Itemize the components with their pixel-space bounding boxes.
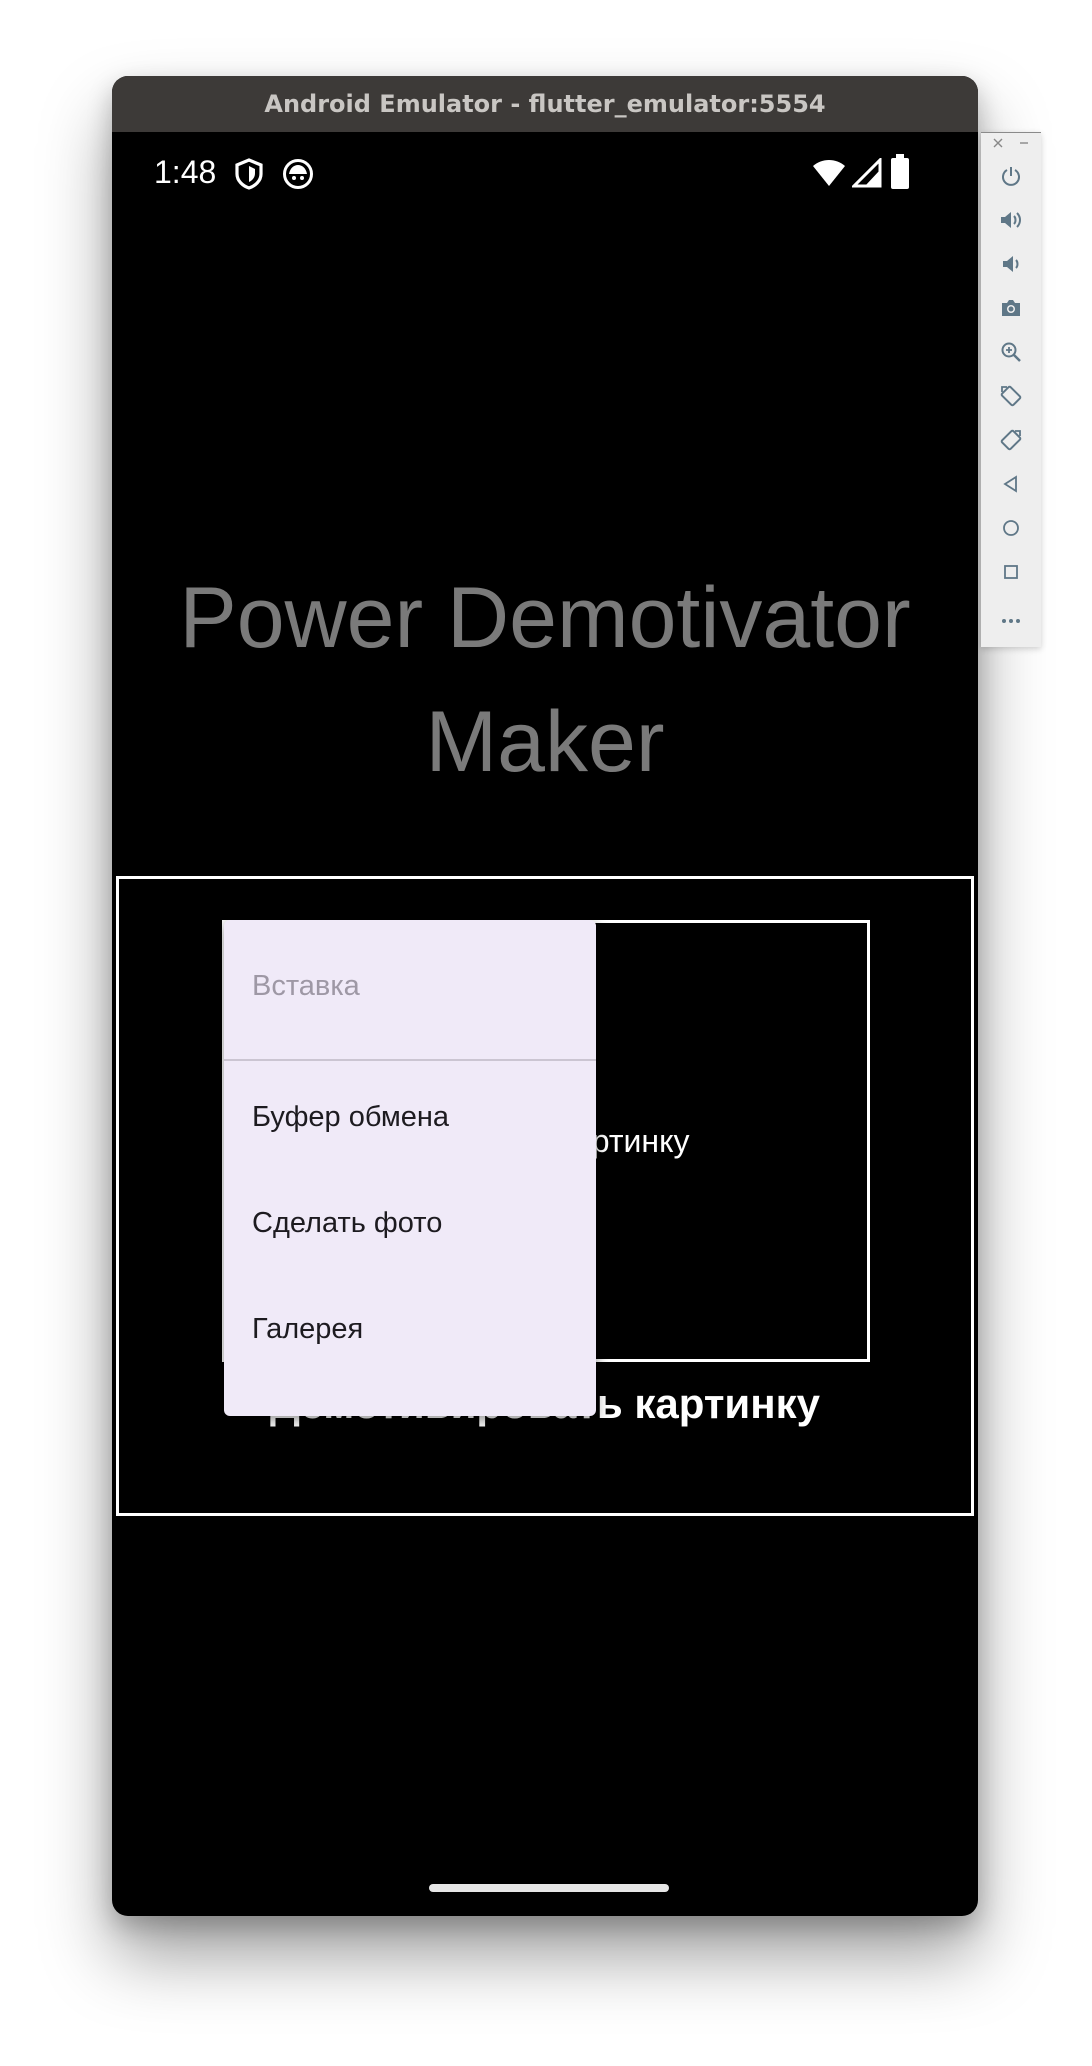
zoom-icon [1000,341,1022,367]
volume-down-button[interactable] [991,246,1031,286]
device-screen[interactable]: 1:48 Power Demotivator Maker картинку ка… [114,132,976,1914]
volume-down-icon [1000,253,1022,279]
menu-header: Вставка [252,970,360,1002]
window-titlebar[interactable]: Android Emulator - flutter_emulator:5554 [112,76,978,132]
home-indicator[interactable] [429,1884,669,1892]
app-title: Power Demotivator Maker [114,556,976,804]
zoom-button[interactable] [991,334,1031,374]
menu-item-gallery[interactable]: Галерея [224,1276,596,1382]
window-title: Android Emulator - flutter_emulator:5554 [264,90,826,118]
menu-divider [224,1059,596,1061]
volume-up-icon [999,209,1023,235]
overview-button[interactable] [991,554,1031,594]
power-button[interactable] [991,158,1031,198]
rotate-right-icon [999,428,1023,456]
status-time: 1:48 [154,154,217,190]
volume-up-button[interactable] [991,202,1031,242]
more-button[interactable] [991,598,1031,638]
rotate-left-button[interactable] [991,378,1031,418]
shield-icon [234,158,264,194]
camera-icon [1000,298,1022,322]
menu-item-take-photo[interactable]: Сделать фото [224,1170,596,1276]
wifi-icon [812,158,846,192]
battery-icon [890,154,910,194]
menu-item-clipboard[interactable]: Буфер обмена [224,1064,596,1170]
toolbar-top-rule [981,132,1041,133]
close-icon[interactable] [993,137,1003,152]
app-title-line-1: Power Demotivator [179,570,911,666]
rotate-right-button[interactable] [991,422,1031,462]
back-button[interactable] [991,466,1031,506]
power-icon [1000,165,1022,191]
overview-icon [1002,563,1020,585]
app-title-line-2: Maker [425,694,665,790]
home-button[interactable] [991,510,1031,550]
cellular-signal-icon [850,156,882,192]
emulator-side-toolbar [981,132,1041,647]
android-icon [282,158,314,194]
minimize-icon[interactable] [1019,137,1029,152]
rotate-left-icon [999,384,1023,412]
back-icon [1002,475,1020,497]
emulator-window: Android Emulator - flutter_emulator:5554… [112,76,978,1916]
home-icon [1002,519,1020,541]
screenshot-button[interactable] [991,290,1031,330]
more-icon [1001,609,1021,628]
insert-popup-menu: Вставка Буфер обмена Сделать фото Галере… [224,920,596,1416]
